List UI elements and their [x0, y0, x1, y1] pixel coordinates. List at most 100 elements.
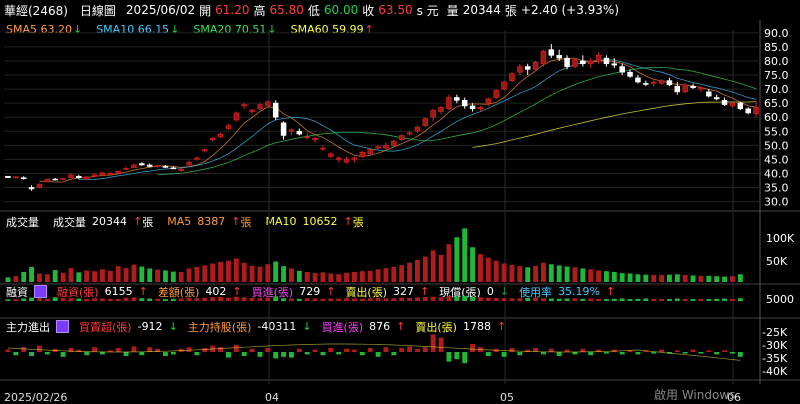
volume-bar — [501, 263, 507, 282]
margin-bar — [446, 296, 452, 301]
margin-bar — [729, 298, 735, 301]
margin-bar — [477, 297, 483, 301]
volume-bar — [162, 270, 168, 282]
margin-bar — [548, 298, 554, 301]
margin-bar — [288, 298, 294, 301]
candle-body — [627, 71, 633, 77]
margin-bar — [241, 297, 247, 301]
sma60-line — [472, 101, 757, 148]
main-force-bar — [123, 352, 129, 356]
margin-bar — [509, 298, 515, 301]
candle-body — [548, 49, 555, 56]
main-force-bar — [706, 350, 712, 352]
price-tick-label: 90.0 — [764, 27, 789, 40]
main-force-bar — [588, 352, 594, 356]
margin-bar — [674, 298, 680, 301]
main-force-bar — [99, 352, 105, 355]
main-force-bar — [281, 352, 287, 357]
main-force-bar — [131, 346, 137, 352]
volume-bar — [399, 265, 405, 282]
candle-body — [469, 105, 476, 110]
candle-body — [272, 102, 279, 118]
volume-bar — [44, 274, 50, 282]
volume-bar — [320, 272, 326, 282]
main-force-bar — [241, 352, 247, 356]
main-force-bar — [296, 348, 302, 352]
main-force-bar — [194, 352, 200, 356]
candle-body — [674, 85, 681, 93]
volume-bar — [225, 260, 231, 282]
volume-bar — [351, 271, 357, 282]
margin-bar — [29, 297, 35, 301]
volume-bar — [556, 265, 562, 282]
main-force-bar — [517, 352, 523, 356]
candle-body — [643, 83, 649, 85]
margin-bar — [44, 298, 50, 301]
candle-body — [288, 129, 295, 132]
candle-body — [587, 60, 594, 65]
margin-bar — [737, 298, 743, 301]
main-force-bar — [5, 349, 11, 352]
margin-bar — [383, 298, 389, 301]
volume-bar — [659, 275, 665, 282]
margin-bar — [682, 298, 688, 301]
margin-bar — [714, 298, 720, 301]
candle-body — [461, 100, 468, 107]
candle-body — [91, 174, 98, 177]
volume-bar — [643, 274, 649, 282]
volume-bar — [36, 273, 42, 282]
main-force-bar — [651, 352, 657, 354]
volume-bar — [540, 262, 546, 282]
main-force-bar — [556, 352, 562, 356]
volume-bar — [462, 228, 468, 282]
candle-body — [359, 152, 366, 157]
volume-bar — [84, 270, 90, 282]
candle-body — [320, 147, 326, 150]
volume-bar — [273, 261, 279, 282]
margin-bar — [249, 297, 255, 301]
candle-body — [5, 175, 11, 178]
candle-body — [422, 118, 429, 126]
candle-body — [438, 107, 444, 112]
margin-bar — [257, 298, 263, 301]
candle-body — [753, 107, 759, 115]
volume-bar — [202, 265, 208, 282]
main-force-bar — [485, 352, 491, 356]
candle-body — [139, 163, 145, 166]
margin-bar — [375, 297, 381, 301]
volume-bar — [564, 266, 570, 282]
volume-bar — [485, 257, 491, 282]
main-force-bar — [722, 350, 728, 352]
volume-bar — [572, 267, 578, 282]
margin-bar — [344, 298, 350, 301]
candle-body — [154, 165, 161, 167]
candle-body — [414, 126, 421, 132]
candle-body — [44, 178, 51, 183]
candle-body — [721, 100, 728, 105]
main-force-bar — [273, 352, 279, 359]
volume-bar — [170, 271, 176, 282]
volume-bar — [414, 260, 420, 282]
volume-bar — [13, 276, 19, 282]
margin-bar — [470, 297, 476, 301]
main-force-bar — [344, 348, 350, 352]
price-tick-label: 80.0 — [764, 55, 789, 68]
candle-body — [194, 157, 200, 160]
candle-body — [13, 176, 19, 179]
candle-body — [367, 149, 373, 155]
margin-bar — [52, 297, 58, 301]
margin-bar — [162, 299, 168, 301]
candle-body — [532, 62, 539, 70]
main-force-bar — [682, 352, 688, 354]
stock-chart-canvas[interactable]: 90.085.080.075.070.065.060.055.050.045.0… — [0, 0, 800, 404]
main-force-bar — [367, 348, 373, 352]
candle-body — [335, 157, 342, 160]
main-tick-label: -25K — [762, 326, 788, 339]
margin-bar — [556, 298, 562, 301]
margin-bar — [178, 298, 184, 301]
main-force-bar — [320, 352, 326, 356]
volume-tick-label: 50K — [766, 255, 788, 268]
volume-bar — [588, 269, 594, 282]
margin-bar — [155, 298, 161, 301]
candle-body — [304, 136, 310, 139]
